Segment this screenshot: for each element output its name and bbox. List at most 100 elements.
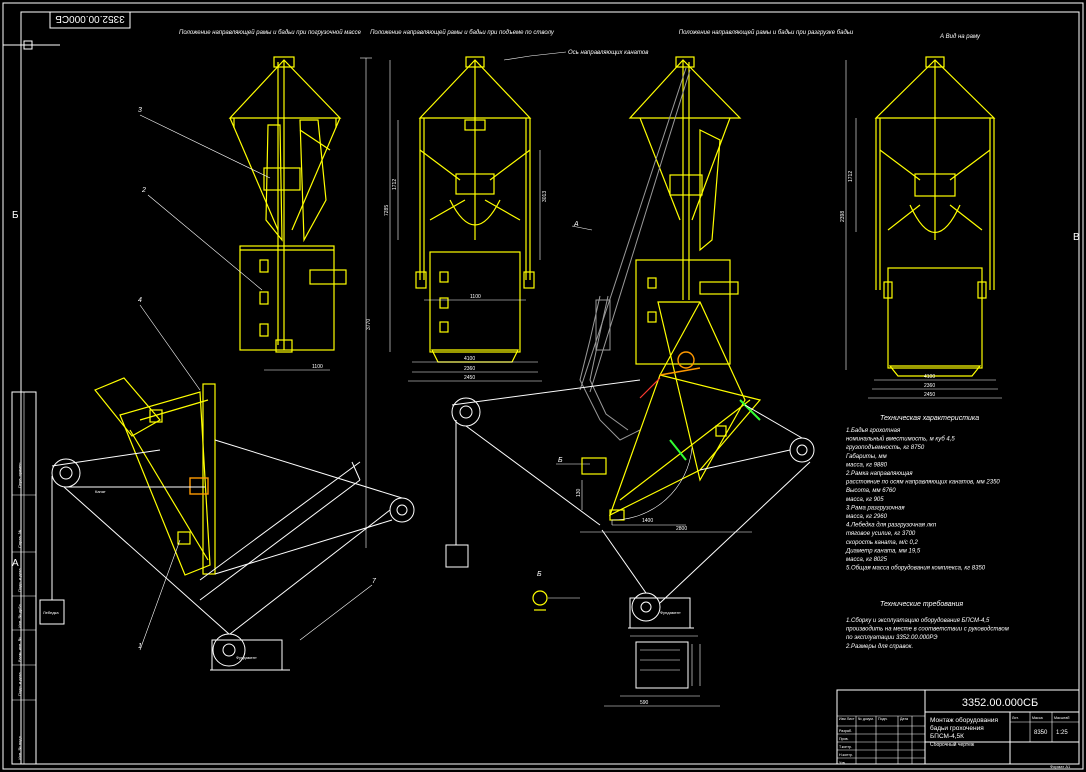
requirement-line: 2.Размеры для справок. (845, 644, 913, 650)
svg-text:2398: 2398 (840, 211, 846, 222)
spec-line: Высота, мм 6760 (846, 488, 896, 494)
svg-text:1100: 1100 (470, 294, 481, 300)
axis-note: Ось направляющих канатов (568, 50, 648, 56)
spec-line: масса, кг 2960 (846, 514, 888, 520)
svg-text:1712: 1712 (848, 171, 854, 182)
spec-line: 4.Лебедка для разгрузочная лкп (846, 523, 937, 529)
spec-line: грузоподъемность, кг 8750 (846, 445, 925, 451)
spec-line: расстояние по осям направляющих канатов,… (845, 480, 1000, 486)
requirement-line: по эксплуатации 3352.00.000РЭ (846, 635, 938, 641)
view-1-frame-and-bucket: 1100 3770 3 2 (138, 56, 372, 548)
svg-text:Канат: Канат (95, 489, 106, 494)
title-block-row: Т.контр. (839, 745, 852, 749)
callout-4: 4 (138, 297, 142, 304)
svg-text:Лебедка: Лебедка (43, 610, 59, 615)
spec-line: 3.Рама разгрузочная (846, 505, 905, 511)
title-block-row: Утв. (839, 761, 846, 765)
svg-text:3013: 3013 (542, 191, 548, 202)
view-1-lower-unloading: Лебедка Фундамент Канат 4 1 7 (39, 297, 415, 671)
callout-1: 1 (138, 643, 142, 650)
strip-label: Справ. № (17, 530, 22, 548)
view-title-3: Положение направляющей рамы и бадьи при … (679, 29, 854, 36)
zone-letter-right: В (1073, 232, 1080, 243)
title-line-3: БПСМ-4,5К (930, 733, 964, 740)
spec-line: масса, кг 9880 (846, 462, 888, 468)
specs-heading: Техническая характеристика (880, 415, 979, 422)
svg-text:7285: 7285 (384, 205, 390, 216)
spec-line: скорость каната, м/с 0,2 (846, 540, 919, 546)
spec-line: тяговое усилие, кг 3700 (846, 531, 916, 537)
spec-line: Диаметр каната, мм 19,5 (845, 548, 921, 554)
svg-text:1712: 1712 (392, 179, 398, 190)
spec-line: масса, кг 8025 (846, 557, 888, 563)
callout-2: 2 (141, 187, 146, 194)
view-title-4: А Вид на раму (939, 34, 981, 40)
title-designation: 3352.00.000СБ (962, 697, 1038, 709)
view-4-frame: 2398 1712 4100 2360 2450 (840, 56, 1002, 399)
svg-text:Фундамент: Фундамент (660, 610, 681, 615)
title-block-row: Н.контр. (839, 753, 853, 757)
spec-line: 2.Рамка направляющая (845, 471, 913, 477)
title-line-2: бадьи грохочения (930, 724, 984, 732)
view-title-2: Положение направляющей рамы и бадьи при … (370, 29, 555, 36)
svg-text:Б: Б (537, 571, 542, 578)
title-line-1: Монтаж оборудования (930, 716, 999, 724)
title-block-col: Изм Лист (839, 717, 855, 721)
left-side-strip: Перв. примен. Справ. № Подп. и дата Инв. № … (11, 391, 37, 765)
svg-text:2450: 2450 (924, 392, 935, 398)
rotated-designation: 3352.00.000СБ (55, 13, 125, 24)
view-2-frame-and-bucket: 7285 1712 3013 1100 4100 2360 2450 (384, 56, 548, 382)
foundation-detail: 590 (604, 635, 720, 707)
zone-letter-lower: А (12, 558, 19, 569)
spec-line: номинальный вместимость, м куб 4,5 (846, 436, 955, 443)
svg-text:2800: 2800 (676, 526, 687, 532)
svg-text:Фундамент: Фундамент (236, 655, 257, 660)
callout-view-b: Б (558, 457, 563, 464)
spec-line: 1.Бадья грохотная (846, 428, 901, 434)
requirements-heading: Технические требования (880, 600, 963, 608)
title-block-col: № докум. (858, 717, 874, 721)
drawing-sheet: 3352.00.000СБ Б В А Перв. примен. Справ. … (2, 2, 1084, 770)
strip-label: Подп. и дата (17, 568, 22, 592)
technical-characteristics: Техническая характеристика 1.Бадья грохо… (845, 415, 1009, 650)
strip-label: Подп. и дата (17, 672, 22, 696)
spec-line: 5.Общая масса оборудования комплекса, кг… (846, 566, 986, 572)
title-block-col: Дата (900, 717, 908, 721)
svg-text:130: 130 (576, 488, 582, 497)
svg-text:3770: 3770 (366, 319, 372, 330)
svg-text:2360: 2360 (464, 366, 475, 372)
callout-view-a: А (573, 221, 579, 228)
requirement-line: производить на месте в соответствии с ру… (846, 627, 1009, 633)
sheet-format: Формат А1 (1050, 764, 1071, 769)
svg-text:4100: 4100 (464, 356, 475, 362)
title-subtitle: Сборочный чертеж (930, 741, 975, 748)
title-block-col: Подп. (878, 717, 888, 721)
title-mass: 8350 (1034, 730, 1048, 736)
svg-text:1100: 1100 (312, 364, 323, 370)
title-scale: 1:25 (1056, 730, 1068, 736)
title-block-col: Масштаб (1054, 716, 1069, 720)
svg-text:2450: 2450 (464, 375, 475, 381)
view-title-1: Положение направляющей рамы и бадьи при … (179, 29, 362, 36)
inner-frame (20, 11, 1080, 765)
callout-7: 7 (372, 578, 377, 585)
strip-label: Перв. примен. (17, 461, 22, 488)
title-block-col: Лит. (1012, 716, 1019, 720)
title-block-col: Масса (1032, 716, 1043, 720)
title-block-row: Разраб. (839, 729, 852, 733)
title-block-row: Пров. (839, 737, 849, 741)
svg-text:2360: 2360 (924, 383, 935, 389)
strip-label: Инв. № подл. (17, 735, 22, 760)
zone-letter-left: Б (12, 210, 19, 221)
strip-label: Взам. инв. № (17, 637, 22, 662)
title-block: 3352.00.000СБ Монтаж оборудования бадьи … (836, 689, 1080, 769)
spec-line: масса, кг 905 (846, 497, 884, 503)
callout-3: 3 (138, 107, 142, 114)
view-b-detail: Б (532, 571, 580, 611)
strip-label: Инв. № дубл. (17, 603, 22, 628)
svg-text:1400: 1400 (642, 518, 653, 524)
svg-text:590: 590 (640, 700, 649, 706)
view-3-frame-and-bucket: Фундамент 1400 2800 130 Б А (445, 56, 815, 629)
spec-line: Габариты, мм (846, 454, 887, 460)
requirement-line: 1.Сборку и эксплуатацию оборудования БПС… (846, 618, 990, 624)
